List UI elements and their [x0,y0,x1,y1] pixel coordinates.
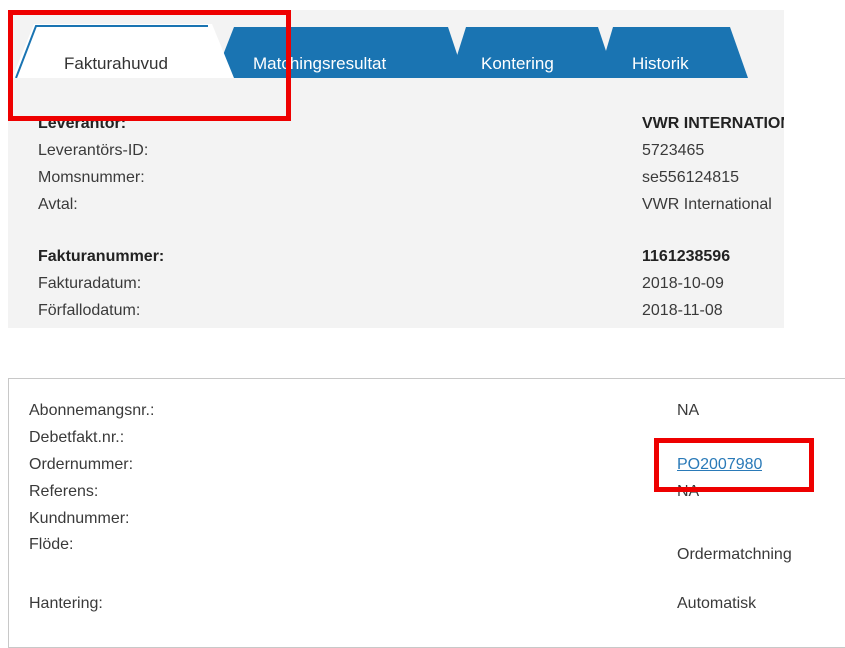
momsnummer-value: se556124815 [642,169,739,186]
fakturanummer-value: 1161238596 [642,248,731,265]
abonnemangsnr-label: Abonnemangsnr.: [29,402,155,419]
tab-kontering[interactable]: Kontering [460,24,610,78]
avtal-value: VWR International [642,196,772,213]
referens-label: Referens: [29,483,99,500]
fakturanummer-label: Fakturanummer: [38,248,165,265]
ordernummer-label: Ordernummer: [29,456,134,473]
flode-label: Flöde: [29,536,74,553]
flode-value: Ordermatchning [677,546,792,563]
tab-matchingsresultat-label: Matchingsresultat [253,54,387,73]
invoice-details-panel: Abonnemangsnr.: NA Debetfakt.nr.: Ordern… [8,378,845,648]
avtal-label: Avtal: [38,196,78,213]
tab-historik[interactable]: Historik [608,24,744,78]
hantering-label: Hantering: [29,595,103,612]
tab-strip: Fakturahuvud Matchingsresultat Kontering… [8,10,784,78]
kundnummer-label: Kundnummer: [29,510,130,527]
leverantors-id-label: Leverantörs-ID: [38,142,149,159]
forfallodatum-label: Förfallodatum: [38,302,141,319]
abonnemangsnr-value: NA [677,402,700,419]
debetfakt-label: Debetfakt.nr.: [29,429,125,446]
fakturadatum-label: Fakturadatum: [38,275,142,292]
leverantors-id-value: 5723465 [642,142,705,159]
momsnummer-label: Momsnummer: [38,169,145,186]
invoice-header-panel: Fakturahuvud Matchingsresultat Kontering… [8,10,784,328]
tab-historik-label: Historik [632,54,689,73]
tab-fakturahuvud-label: Fakturahuvud [64,54,168,73]
tab-kontering-label: Kontering [481,54,554,73]
leverantor-value: VWR INTERNATIONAL [642,115,784,132]
ordernummer-link[interactable]: PO2007980 [677,455,762,475]
fakturadatum-value: 2018-10-09 [642,275,724,292]
referens-value: NA [677,483,700,500]
hantering-value: Automatisk [677,595,757,612]
forfallodatum-value: 2018-11-08 [642,302,723,319]
leverantor-label: Leverantör: [38,115,127,132]
tab-fakturahuvud[interactable]: Fakturahuvud [16,24,232,78]
tab-matchingsresultat[interactable]: Matchingsresultat [220,24,460,78]
